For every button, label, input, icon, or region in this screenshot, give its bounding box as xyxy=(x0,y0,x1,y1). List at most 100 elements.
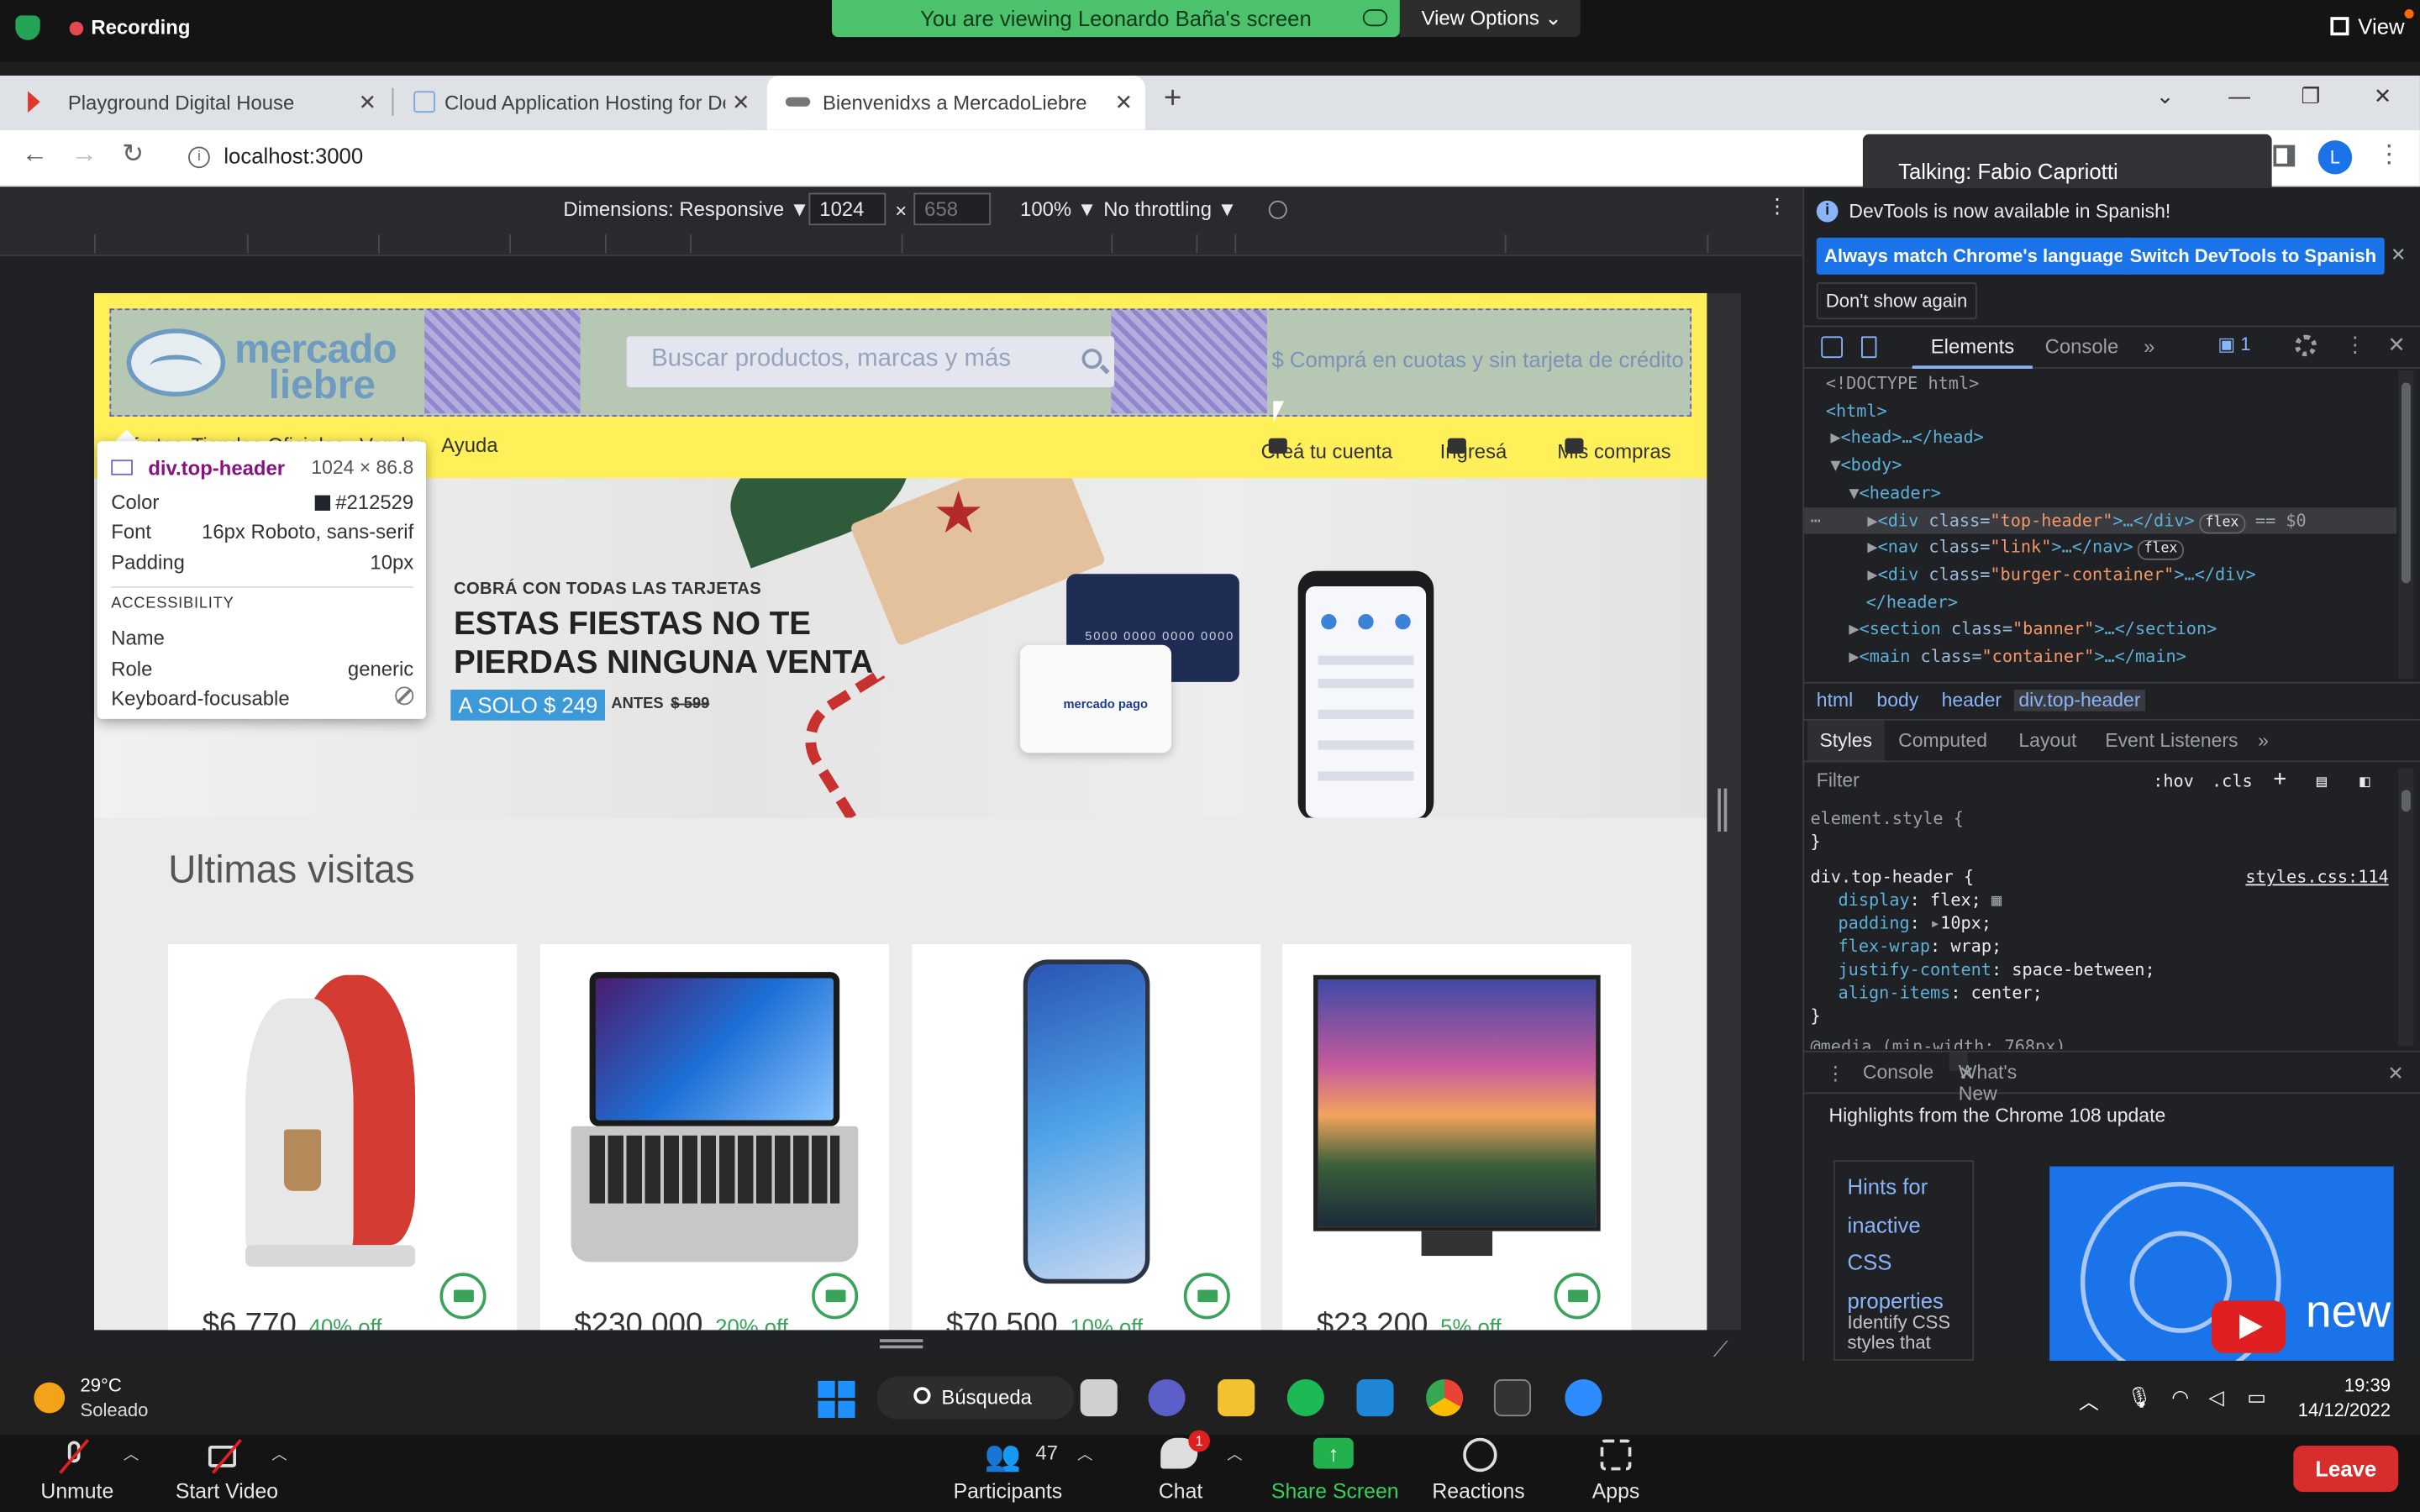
close-drawer-icon[interactable]: ✕ xyxy=(2387,1062,2403,1084)
paint-icon[interactable]: ▤ xyxy=(2317,771,2327,791)
css-source-link[interactable]: styles.css:114 xyxy=(2245,867,2388,890)
resize-corner-icon[interactable]: ⟋ xyxy=(1713,1336,1728,1362)
switch-spanish-button[interactable]: Switch DevTools to Spanish xyxy=(2122,237,2385,275)
product-card[interactable]: $70.500 10% off xyxy=(912,944,1261,1331)
styles-filter-input[interactable]: Filter xyxy=(1817,770,1860,792)
throttling-dropdown[interactable]: No throttling ▼ xyxy=(1103,197,1237,221)
tray-chevron-icon[interactable]: ︿ xyxy=(2079,1385,2099,1415)
chat-chevron[interactable]: ︿ xyxy=(1227,1441,1242,1464)
drawer-tab-whats-new[interactable]: What's New ✕ xyxy=(1949,1052,2017,1105)
dom-scrollbar[interactable] xyxy=(2398,370,2414,680)
crumb-top-header[interactable]: div.top-header xyxy=(2013,690,2146,711)
task-view-icon[interactable] xyxy=(1080,1379,1118,1417)
vscode-icon[interactable] xyxy=(1356,1379,1394,1417)
minimize-icon[interactable]: — xyxy=(2228,83,2250,108)
tab-layout[interactable]: Layout xyxy=(2018,730,2076,752)
tab-event-listeners[interactable]: Event Listeners xyxy=(2105,730,2238,752)
reactions-button[interactable]: Reactions xyxy=(1428,1479,1529,1503)
flex-badge[interactable]: flex xyxy=(2138,540,2184,561)
nav-mis-compras[interactable]: Mis compras xyxy=(1557,433,1671,463)
product-card[interactable]: $23.200 5% off xyxy=(1282,944,1632,1331)
issues-counter[interactable]: ▣ 1 xyxy=(2217,333,2250,355)
dom-line[interactable]: ▶<main class="container">…</main> xyxy=(1849,643,2186,671)
drawer-tab-console[interactable]: Console xyxy=(1863,1062,1933,1084)
wifi-icon[interactable]: ◠ xyxy=(2171,1385,2189,1410)
height-input[interactable]: 658 xyxy=(913,192,992,226)
css-decl[interactable]: justify-content: space-between; xyxy=(1839,959,2155,982)
dom-line[interactable]: <!DOCTYPE html> xyxy=(1826,370,1979,398)
close-tab-icon[interactable]: ✕ xyxy=(1959,1062,1975,1084)
tab-close-icon[interactable]: ✕ xyxy=(359,76,377,129)
devtools-menu-icon[interactable]: ⋮ xyxy=(2344,332,2366,358)
spotify-icon[interactable] xyxy=(1286,1379,1324,1417)
audio-options-chevron[interactable]: ︿ xyxy=(124,1441,139,1464)
view-options-button[interactable]: View Options ⌄ xyxy=(1399,0,1581,38)
speaker-icon[interactable]: ◁ xyxy=(2208,1385,2223,1410)
tab-close-icon[interactable]: ✕ xyxy=(1115,76,1134,129)
match-language-button[interactable]: Always match Chrome's language xyxy=(1816,237,2132,275)
tab-styles[interactable]: Styles xyxy=(1807,720,1885,761)
share-screen-button[interactable]: Share Screen xyxy=(1265,1479,1404,1503)
dimensions-dropdown[interactable]: Dimensions: Responsive ▼ xyxy=(563,197,809,221)
leave-button[interactable]: Leave xyxy=(2293,1445,2399,1493)
site-info-icon[interactable]: i xyxy=(188,146,210,169)
chat-app-icon[interactable] xyxy=(1148,1379,1186,1417)
tab-console[interactable]: Console xyxy=(2045,335,2119,359)
width-input[interactable]: 1024 xyxy=(808,192,886,226)
chrome-icon[interactable] xyxy=(1426,1379,1464,1417)
settings-gear-icon[interactable] xyxy=(2295,334,2317,357)
css-decl[interactable]: align-items: center; xyxy=(1839,983,2043,1005)
styles-scrollbar[interactable] xyxy=(2398,768,2414,1047)
clock-date[interactable]: 14/12/2022 xyxy=(2296,1399,2391,1421)
dom-line[interactable]: ▶<div class="burger-container">…</div> xyxy=(1867,561,2255,589)
media-query-ruler[interactable] xyxy=(0,231,1803,256)
microphone-icon[interactable]: 🎙 xyxy=(2127,1385,2152,1410)
chat-button[interactable]: Chat xyxy=(1155,1479,1207,1503)
device-toggle-icon[interactable] xyxy=(1861,336,1877,359)
file-explorer-icon[interactable] xyxy=(1218,1379,1255,1417)
tab-search-chevron-icon[interactable]: ⌄ xyxy=(2156,83,2175,109)
new-tab-button[interactable]: + xyxy=(1164,81,1181,117)
close-devtools-icon[interactable]: ✕ xyxy=(2387,332,2406,358)
tab-elements[interactable]: Elements xyxy=(1912,335,2033,369)
muted-microphone-icon[interactable] xyxy=(55,1438,92,1475)
flex-badge[interactable]: flex xyxy=(2199,512,2245,533)
side-panel-icon[interactable] xyxy=(2273,144,2296,167)
tab-mercadoliebre[interactable]: Bienvenidxs a MercadoLiebre ✕ xyxy=(766,75,1145,130)
dom-line[interactable]: ▶<head>…</head> xyxy=(1830,425,1983,453)
dom-line[interactable]: ▶<section class="banner">…</section> xyxy=(1849,616,2217,643)
participants-chevron[interactable]: ︿ xyxy=(1077,1441,1092,1464)
product-card[interactable]: $230.000 20% off xyxy=(539,944,889,1331)
dom-line[interactable]: <html> xyxy=(1826,397,1887,425)
css-rules[interactable]: element.style { } div.top-header { style… xyxy=(1804,802,2396,1049)
crumb-header[interactable]: header xyxy=(1942,690,2002,711)
video-options-chevron[interactable]: ︿ xyxy=(271,1441,287,1464)
dont-show-again-button[interactable]: Don't show again xyxy=(1816,282,1977,320)
sun-icon[interactable] xyxy=(34,1382,66,1414)
cls-toggle[interactable]: .cls xyxy=(2212,771,2253,791)
zoom-dropdown[interactable]: 100% ▼ xyxy=(1020,197,1097,221)
tab-computed[interactable]: Computed xyxy=(1898,730,1987,752)
unmute-button[interactable]: Unmute xyxy=(34,1479,120,1503)
temperature[interactable]: 29°C xyxy=(81,1374,122,1396)
dom-line[interactable]: ▼<header> xyxy=(1849,480,1940,507)
reactions-smile-icon[interactable] xyxy=(1463,1437,1497,1473)
dom-line[interactable]: ▼<body> xyxy=(1830,452,1902,480)
chrome-menu-icon[interactable]: ⋮ xyxy=(2377,139,2402,170)
profile-avatar[interactable]: L xyxy=(2317,140,2353,175)
security-shield-icon[interactable] xyxy=(15,15,40,40)
back-icon[interactable]: ← xyxy=(22,139,48,170)
whats-new-card[interactable]: Hints for inactive CSS properties Identi… xyxy=(1833,1160,1975,1361)
top-header-highlight[interactable]: mercado liebre Buscar productos, marcas … xyxy=(109,308,1692,417)
search-icon[interactable] xyxy=(1081,349,1102,369)
inspect-element-icon[interactable] xyxy=(1821,336,1844,359)
play-icon[interactable] xyxy=(2211,1300,2286,1353)
whats-new-video[interactable]: new xyxy=(2049,1166,2394,1361)
dom-line[interactable]: ▶<nav class="link">…</nav> flex xyxy=(1867,534,2184,562)
resize-handle-right[interactable] xyxy=(1718,788,1728,832)
sidebar-toggle-icon[interactable]: ◧ xyxy=(2360,771,2370,791)
url-field[interactable]: localhost:3000 xyxy=(224,144,363,168)
reload-icon[interactable]: ↻ xyxy=(122,139,144,170)
view-button[interactable]: View xyxy=(2330,14,2405,39)
close-notice-icon[interactable]: ✕ xyxy=(2391,244,2406,265)
